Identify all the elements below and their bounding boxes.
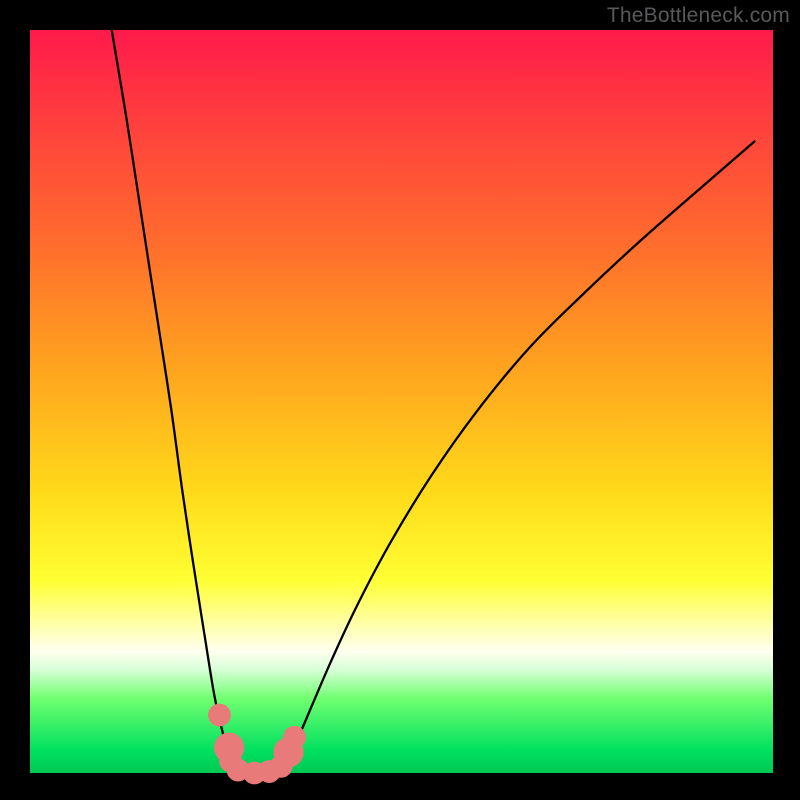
marker-layer xyxy=(208,704,306,785)
curve-left-path xyxy=(112,30,244,773)
curve-left xyxy=(112,30,277,773)
marker-dot xyxy=(208,704,231,727)
curve-right xyxy=(277,141,755,773)
marker-dot xyxy=(283,726,306,749)
chart-frame: TheBottleneck.com xyxy=(0,0,800,800)
curve-layer xyxy=(0,0,800,800)
curve-right-path xyxy=(277,141,755,773)
